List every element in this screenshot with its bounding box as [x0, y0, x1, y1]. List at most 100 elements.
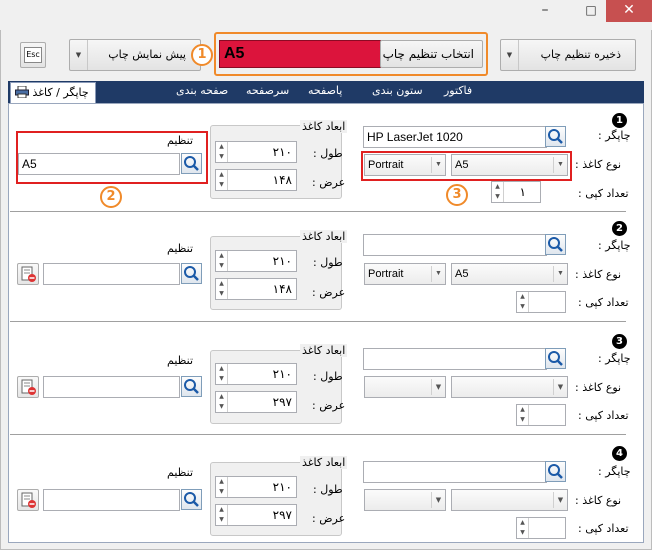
section-3-number: 3 [612, 334, 627, 349]
print-preview-label: پیش نمایش چاپ [108, 48, 186, 61]
width-value: ۲۹۷ [272, 395, 292, 409]
remove-icon [21, 492, 36, 508]
search-icon [548, 237, 563, 252]
width-spinner-1[interactable]: ▲ ▼ ۱۴۸ [215, 169, 297, 191]
length-spinner-3[interactable]: ▲ ▼ ۲۱۰ [215, 363, 297, 385]
printer-field-2[interactable] [363, 234, 547, 256]
tab-header[interactable]: سرصفحه [246, 84, 289, 97]
remove-setting-button-3[interactable] [17, 376, 39, 398]
setting-search-button-1[interactable] [181, 153, 202, 174]
setting-field-1[interactable]: A5 [18, 153, 180, 175]
orientation-select-4[interactable]: ▼ [364, 489, 446, 511]
width-spinner-3[interactable]: ▲ ▼ ۲۹۷ [215, 391, 297, 413]
width-spinner-2[interactable]: ▲ ▼ ۱۴۸ [215, 278, 297, 300]
setting-search-button-4[interactable] [181, 489, 202, 510]
orientation-select-3[interactable]: ▼ [364, 376, 446, 398]
width-label: عرض : [312, 512, 346, 525]
paper-size-select-3[interactable]: ▼ [451, 376, 568, 398]
setting-search-button-2[interactable] [181, 263, 202, 284]
tab-page-layout[interactable]: صفحه بندی [176, 84, 228, 97]
section-divider [10, 211, 626, 213]
printer-search-button-3[interactable] [545, 348, 566, 369]
paper-size-label: ابعاد کاغذ [300, 344, 348, 357]
width-value: ۱۴۸ [272, 173, 292, 187]
search-icon [184, 492, 199, 507]
chevron-down-icon[interactable]: ▼ [70, 40, 88, 70]
setting-label: تنظیم [167, 134, 194, 147]
remove-icon [21, 379, 36, 395]
remove-icon [21, 266, 36, 282]
chevron-down-icon: ▼ [553, 266, 567, 282]
printer-search-button-4[interactable] [545, 461, 566, 482]
tab-columns[interactable]: ستون بندی [372, 84, 423, 97]
length-label: طول : [313, 483, 343, 496]
printer-field-4[interactable] [363, 461, 547, 483]
chevron-down-icon: ▼ [431, 379, 445, 395]
printer-field-3[interactable] [363, 348, 547, 370]
section-1-number: 1 [612, 113, 627, 128]
esc-icon: Esc [24, 47, 42, 63]
save-setting-button[interactable]: ▼ ذخیره تنظیم چاپ [500, 39, 636, 71]
select-setting-button[interactable]: انتخاب تنظیم چاپ [380, 40, 483, 68]
paper-type-label: نوع کاغذ : [575, 158, 622, 171]
copies-spinner-3[interactable]: ▲ ▼ [516, 404, 566, 426]
callout-2: 2 [100, 186, 122, 208]
printer-search-button-2[interactable] [545, 234, 566, 255]
setting-field-4[interactable] [43, 489, 180, 511]
length-value: ۲۱۰ [272, 254, 292, 268]
section-divider [10, 434, 626, 436]
chevron-down-icon[interactable]: ▼ [501, 40, 519, 70]
setting-search-button-3[interactable] [181, 376, 202, 397]
paper-size-label: ابعاد کاغذ [300, 120, 348, 133]
remove-setting-button-2[interactable] [17, 263, 39, 285]
length-spinner-4[interactable]: ▲ ▼ ۲۱۰ [215, 476, 297, 498]
tab-printer-paper[interactable]: چاپگر / کاغذ [10, 82, 96, 104]
chevron-down-icon: ▼ [553, 157, 567, 173]
printer-search-button-1[interactable] [545, 126, 566, 147]
setting-field-2[interactable] [43, 263, 180, 285]
setting-label: تنظیم [167, 354, 194, 367]
tab-footer[interactable]: پاصفحه [308, 84, 342, 97]
tab-bar: صفحه بندی سرصفحه پاصفحه ستون بندی فاکتور [8, 81, 644, 103]
length-label: طول : [313, 370, 343, 383]
copies-spinner-4[interactable]: ▲ ▼ [516, 517, 566, 539]
width-value: ۲۹۷ [272, 508, 292, 522]
orientation-select-2[interactable]: Portrait ▼ [364, 263, 446, 285]
length-spinner-1[interactable]: ▲ ▼ ۲۱۰ [215, 141, 297, 163]
length-value: ۲۱۰ [272, 145, 292, 159]
close-button[interactable]: ✕ [606, 0, 652, 22]
paper-size-select-2[interactable]: A5 ▼ [451, 263, 568, 285]
search-icon [184, 379, 199, 394]
width-label: عرض : [312, 399, 346, 412]
length-spinner-2[interactable]: ▲ ▼ ۲۱۰ [215, 250, 297, 272]
width-spinner-4[interactable]: ▲ ▼ ۲۹۷ [215, 504, 297, 526]
orientation-value: Portrait [368, 159, 404, 171]
copies-spinner-1[interactable]: ▲ ▼ ۱ [491, 181, 541, 203]
minimize-button[interactable]: – [530, 0, 560, 22]
selected-setting-field[interactable]: A5 [219, 40, 381, 68]
printer-label: چاپگر : [598, 352, 631, 365]
remove-setting-button-4[interactable] [17, 489, 39, 511]
printer-field-1[interactable]: HP LaserJet 1020 [363, 126, 547, 148]
orientation-select-1[interactable]: Portrait ▼ [364, 154, 446, 176]
copies-spinner-2[interactable]: ▲ ▼ [516, 291, 566, 313]
width-value: ۱۴۸ [272, 282, 292, 296]
esc-button[interactable]: Esc [20, 42, 46, 68]
length-value: ۲۱۰ [272, 367, 292, 381]
paper-size-select-1[interactable]: A5 ▼ [451, 154, 568, 176]
length-label: طول : [313, 256, 343, 269]
print-preview-button[interactable]: ▼ پیش نمایش چاپ [69, 39, 201, 71]
length-label: طول : [313, 147, 343, 160]
tab-invoice[interactable]: فاکتور [444, 84, 472, 97]
paper-type-label: نوع کاغذ : [575, 268, 622, 281]
paper-size-value: A5 [455, 268, 469, 280]
section-divider [10, 321, 626, 323]
printer-icon [15, 85, 29, 99]
setting-field-3[interactable] [43, 376, 180, 398]
printer-label: چاپگر : [598, 129, 631, 142]
paper-size-select-4[interactable]: ▼ [451, 489, 568, 511]
chevron-down-icon: ▼ [553, 379, 567, 395]
maximize-button[interactable]: □ [576, 0, 606, 22]
chevron-down-icon: ▼ [431, 266, 445, 282]
width-label: عرض : [312, 176, 346, 189]
